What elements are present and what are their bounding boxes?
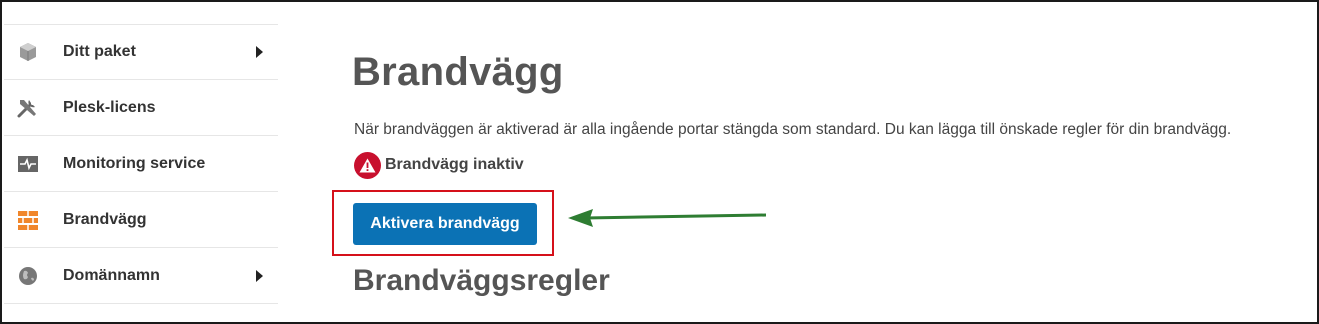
status-label: Brandvägg inaktiv bbox=[385, 156, 524, 173]
chevron-right-icon bbox=[256, 270, 263, 282]
sidebar-item-ditt-paket[interactable]: Ditt paket bbox=[4, 25, 278, 80]
warning-icon bbox=[354, 151, 381, 179]
sidebar-item-plesk-licens[interactable]: Plesk-licens bbox=[4, 81, 278, 136]
sidebar-item-label: Plesk-licens bbox=[63, 99, 156, 116]
screenshot-frame: Ditt paket Plesk-licens Monitoring servi bbox=[0, 0, 1319, 324]
activate-firewall-button[interactable]: Aktivera brandvägg bbox=[353, 203, 537, 245]
firewall-icon bbox=[16, 208, 40, 232]
sidebar: Ditt paket Plesk-licens Monitoring servi bbox=[4, 4, 278, 324]
sidebar-item-label: Ditt paket bbox=[63, 43, 136, 60]
firewall-rules-heading: Brandväggsregler bbox=[353, 264, 610, 297]
page-title: Brandvägg bbox=[352, 50, 564, 94]
sidebar-item-brandvagg[interactable]: Brandvägg bbox=[4, 193, 278, 248]
chevron-right-icon bbox=[256, 46, 263, 58]
firewall-status: Brandvägg inaktiv bbox=[354, 151, 524, 179]
main-content: Brandvägg När brandväggen är aktiverad ä… bbox=[332, 2, 1312, 322]
sidebar-item-monitoring-service[interactable]: Monitoring service bbox=[4, 137, 278, 192]
monitor-pulse-icon bbox=[16, 152, 40, 176]
package-icon bbox=[16, 40, 40, 64]
firewall-description: När brandväggen är aktiverad är alla ing… bbox=[354, 121, 1232, 138]
sidebar-item-domannamn[interactable]: Domännamn bbox=[4, 249, 278, 304]
sidebar-item-label: Monitoring service bbox=[63, 155, 206, 172]
globe-icon bbox=[16, 264, 40, 288]
annotation-arrow-icon bbox=[568, 209, 767, 227]
sidebar-item-label: Brandvägg bbox=[63, 211, 147, 228]
tools-icon bbox=[16, 96, 40, 120]
sidebar-item-label: Domännamn bbox=[63, 267, 160, 284]
